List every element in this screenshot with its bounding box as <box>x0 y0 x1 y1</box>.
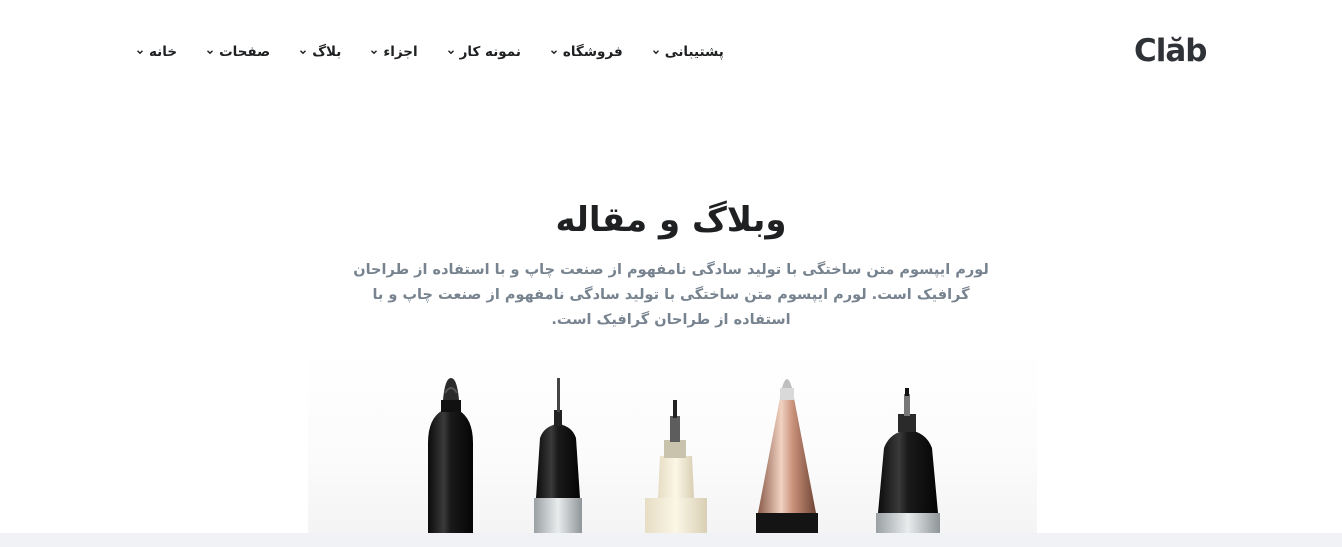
nav-item-label: نمونه کار <box>459 44 521 60</box>
chevron-down-icon <box>136 48 144 56</box>
nav-item-home[interactable]: خانه <box>136 44 177 60</box>
page-title: وبلاگ و مقاله <box>555 200 787 240</box>
site-header: Clăb خانه صفحات بلاگ اجزاء نمونه کار فرو… <box>0 0 1342 110</box>
nav-item-label: بلاگ <box>312 44 342 60</box>
nav-item-pages[interactable]: صفحات <box>206 44 270 60</box>
section-divider <box>0 533 1342 547</box>
page-description: لورم ایپسوم متن ساختگی با تولید سادگی نا… <box>353 262 989 328</box>
chevron-down-icon <box>652 48 660 56</box>
nav-item-label: خانه <box>149 44 178 60</box>
chevron-down-icon <box>550 48 558 56</box>
nav-item-portfolio[interactable]: نمونه کار <box>447 44 521 60</box>
pen-technical <box>645 400 707 533</box>
pen-marker <box>428 378 473 533</box>
chevron-down-icon <box>370 48 378 56</box>
nav-item-shop[interactable]: فروشگاه <box>550 44 623 60</box>
nav-item-label: پشتیبانی <box>664 44 724 60</box>
hero-image-pens <box>308 348 1037 533</box>
chevron-down-icon <box>206 48 214 56</box>
nav-item-blog[interactable]: بلاگ <box>299 44 341 60</box>
nav-item-label: فروشگاه <box>562 44 623 60</box>
main-nav: خانه صفحات بلاگ اجزاء نمونه کار فروشگاه … <box>136 44 724 60</box>
page: Clăb خانه صفحات بلاگ اجزاء نمونه کار فرو… <box>0 0 1342 547</box>
nav-item-support[interactable]: پشتیبانی <box>652 44 724 60</box>
chevron-down-icon <box>299 48 307 56</box>
pen-ballpoint <box>756 379 818 533</box>
nav-item-components[interactable]: اجزاء <box>370 44 418 60</box>
chevron-down-icon <box>447 48 455 56</box>
logo[interactable]: Clăb <box>1134 33 1207 69</box>
nav-item-label: اجزاء <box>383 44 418 60</box>
pen-fineliner-2 <box>876 388 940 533</box>
pen-fineliner <box>534 378 582 533</box>
nav-item-label: صفحات <box>219 44 271 60</box>
